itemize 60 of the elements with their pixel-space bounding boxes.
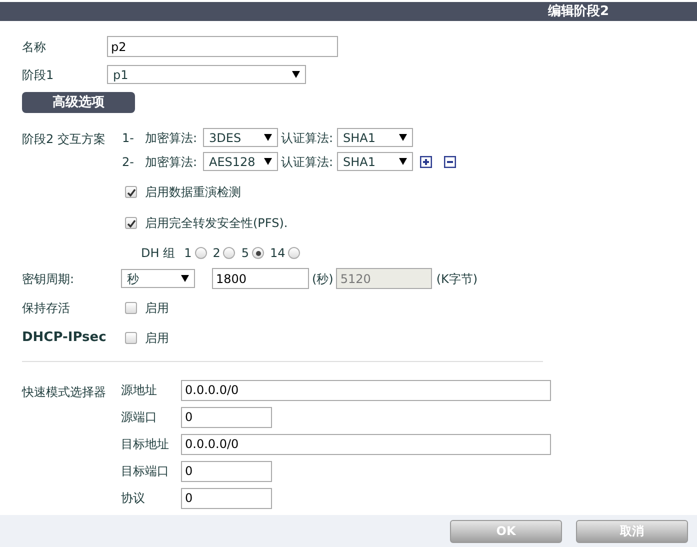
proposal-number: 2- <box>122 154 135 170</box>
field-label: 协议 <box>121 490 146 507</box>
radio-button[interactable] <box>288 247 300 259</box>
checkbox[interactable] <box>125 302 137 314</box>
window-title: 编辑阶段2 <box>548 2 609 21</box>
radio-label: 2 <box>212 245 220 262</box>
field-label: 保持存活 <box>22 300 71 317</box>
input-field[interactable]: p2 <box>107 36 338 57</box>
field-label: 目标端口 <box>121 463 170 480</box>
input-field[interactable]: 0 <box>181 460 272 482</box>
checkbox[interactable] <box>125 217 137 229</box>
select-field[interactable]: p1 <box>107 65 306 84</box>
checkbox[interactable] <box>125 186 137 198</box>
checkbox-label: 启用 <box>145 300 169 317</box>
caret-icon <box>399 158 407 165</box>
field-label: 加密算法: <box>145 154 198 170</box>
field-label: 名称 <box>22 38 47 56</box>
input-field[interactable]: 0.0.0.0/0 <box>181 380 551 400</box>
radio-label: 1 <box>184 245 192 262</box>
unit-label: (K字节) <box>435 270 478 288</box>
field-label: 认证算法: <box>280 154 334 170</box>
field-label: 源端口 <box>121 409 158 426</box>
radio-button[interactable] <box>223 247 236 259</box>
radio-button[interactable] <box>194 247 207 259</box>
caret-icon <box>292 71 300 78</box>
field-label: 密钥周期: <box>22 270 76 288</box>
remove-icon[interactable] <box>444 156 456 168</box>
radio-label: 14 <box>270 245 286 262</box>
select-field[interactable]: SHA1 <box>337 128 413 147</box>
caret-icon <box>264 134 272 141</box>
checkbox-label: 启用完全转发安全性(PFS). <box>145 215 288 232</box>
field-label: 认证算法: <box>280 130 334 146</box>
caret-icon <box>181 275 189 282</box>
input-field[interactable]: 0 <box>181 488 272 508</box>
radio-button[interactable] <box>252 247 264 259</box>
field-label: DH 组 <box>141 245 176 262</box>
field-label: 目标地址 <box>121 436 170 453</box>
radio-label: 5 <box>241 245 249 262</box>
select-field[interactable]: AES128 <box>203 152 278 171</box>
caret-icon <box>264 158 272 165</box>
select-field[interactable]: SHA1 <box>337 152 413 171</box>
input-field[interactable]: 0.0.0.0/0 <box>181 434 551 454</box>
checkbox-label: 启用数据重演检测 <box>145 184 241 201</box>
input-field[interactable]: 0 <box>181 406 272 428</box>
checkbox-label: 启用 <box>145 330 169 347</box>
advanced-options-button[interactable]: 高级选项 <box>22 92 135 113</box>
input-field[interactable]: 1800 <box>212 268 309 289</box>
add-icon[interactable] <box>420 156 432 168</box>
field-label: 加密算法: <box>145 130 198 146</box>
field-label: DHCP-IPsec <box>22 329 108 347</box>
field-label: 源地址 <box>121 382 158 399</box>
select-field[interactable]: 3DES <box>203 128 278 147</box>
field-label: 阶段1 <box>22 66 55 84</box>
field-label: 阶段2 交互方案 <box>22 131 106 148</box>
checkbox[interactable] <box>125 332 137 344</box>
proposal-number: 1- <box>122 130 135 146</box>
section-label: 快速模式选择器 <box>22 384 107 400</box>
caret-icon <box>399 134 407 141</box>
select-field[interactable]: 秒 <box>121 269 195 288</box>
unit-label: (秒) <box>311 270 334 288</box>
